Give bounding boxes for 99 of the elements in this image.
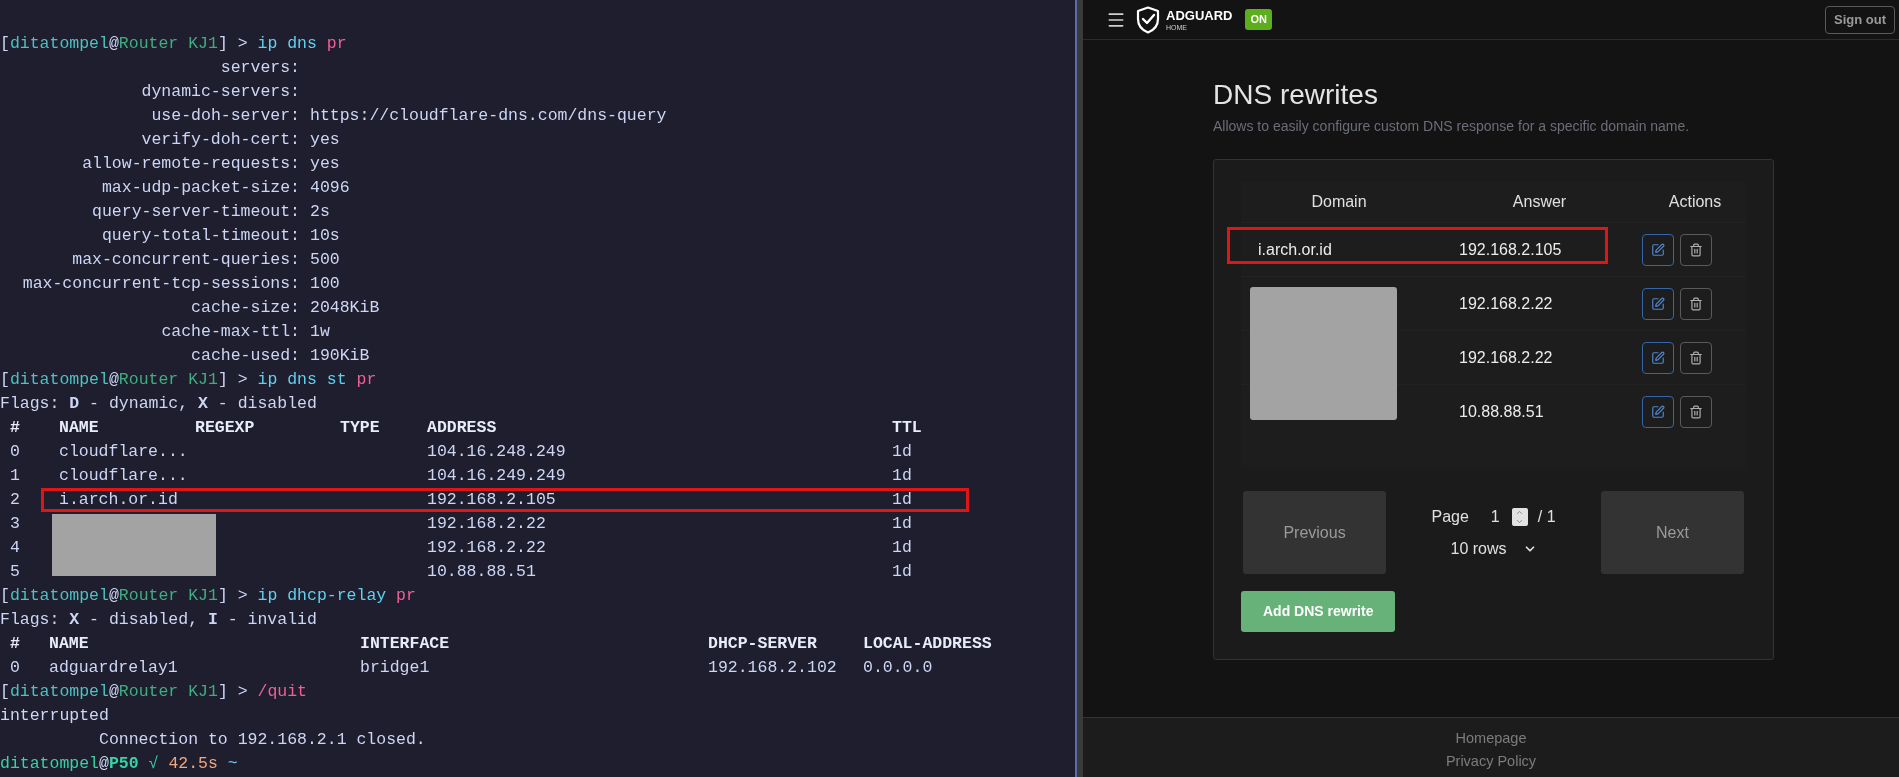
terminal-line: Flags: D - dynamic, X - disabled: [0, 393, 318, 415]
table-cell: 192.168.2.105: [427, 490, 556, 509]
add-dns-rewrite-button[interactable]: Add DNS rewrite: [1241, 591, 1396, 632]
page-subtitle: Allows to easily configure custom DNS response for a specific domain name.: [1213, 117, 1691, 136]
pencil-square-icon: [1651, 350, 1665, 365]
column-header: NAME: [49, 633, 90, 655]
terminal-line: [ditatompel@Router KJ1] > ip dns pr: [0, 33, 348, 55]
terminal-line: max-concurrent-tcp-sessions: 100: [21, 273, 341, 295]
column-header: NAME: [59, 417, 100, 439]
terminal-line: [ditatompel@Router KJ1] > ip dns st pr: [0, 369, 378, 391]
trash-icon: [1689, 242, 1703, 257]
answer-cell: 192.168.2.105: [1459, 240, 1562, 258]
terminal-line: max-concurrent-queries: 500: [71, 249, 341, 271]
shield-check-logo-icon: [1136, 5, 1160, 34]
terminal-line: [ditatompel@Router KJ1] > /quit: [0, 681, 308, 703]
table-cell: 0.0.0.0: [863, 658, 933, 677]
table-cell: bridge1: [360, 658, 430, 677]
page-total: / 1: [1537, 506, 1556, 527]
terminal-line: max-udp-packet-size: 4096: [100, 177, 351, 199]
terminal-line: Connection to 192.168.2.1 closed.: [98, 729, 427, 751]
table-cell: adguardrelay1: [49, 658, 178, 677]
table-cell: 1d: [892, 442, 912, 461]
trash-icon: [1689, 296, 1703, 311]
footer-link[interactable]: Homepage: [1455, 730, 1527, 747]
table-cell: cloudflare...: [59, 442, 188, 461]
column-header: LOCAL-ADDRESS: [863, 633, 993, 655]
trash-icon: [1689, 404, 1703, 419]
table-cell: 104.16.249.249: [427, 466, 566, 485]
next-button[interactable]: Next: [1601, 491, 1744, 574]
trash-icon: [1689, 350, 1703, 365]
edit-button[interactable]: [1642, 233, 1674, 266]
table-cell: 2: [10, 490, 20, 509]
spinner-icon[interactable]: [1511, 507, 1528, 526]
terminal-line: allow-remote-requests: yes: [81, 153, 341, 175]
table-cell: 0: [10, 442, 20, 461]
page-label: Page: [1431, 506, 1469, 527]
column-header: REGEXP: [195, 417, 256, 439]
column-header: TYPE: [340, 417, 381, 439]
edit-button[interactable]: [1642, 341, 1674, 374]
edit-button[interactable]: [1642, 395, 1674, 428]
terminal-line: Flags: X - disabled, I - invalid: [0, 609, 318, 631]
terminal-line: query-server-timeout: 2s: [91, 201, 331, 223]
terminal-line: cache-size: 2048KiB: [190, 297, 381, 319]
terminal-line: [ditatompel@Router KJ1] > ip dhcp-relay pr: [0, 585, 417, 607]
table-cell: 10.88.88.51: [427, 562, 536, 581]
page-title: DNS rewrites: [1213, 78, 1379, 112]
answer-cell: 10.88.88.51: [1459, 402, 1544, 420]
table-cell: 4: [10, 538, 20, 557]
status-badge: ON: [1245, 9, 1272, 30]
pencil-square-icon: [1651, 404, 1665, 419]
terminal-line: cache-max-ttl: 1w: [160, 321, 331, 343]
column-header: Answer: [1512, 192, 1567, 212]
table-cell: 1d: [892, 562, 912, 581]
table-cell: 1d: [892, 514, 912, 533]
terminal-line: ditatompel@P50 √ 42.5s ~: [0, 753, 239, 775]
table-cell: cloudflare...: [59, 466, 188, 485]
table-cell: 3: [10, 514, 20, 533]
terminal-line: verify-doh-cert: yes: [140, 129, 341, 151]
pencil-square-icon: [1651, 242, 1665, 257]
edit-button[interactable]: [1642, 287, 1674, 320]
answer-cell: 192.168.2.22: [1459, 294, 1553, 312]
column-header: ADDRESS: [427, 417, 498, 439]
pencil-square-icon: [1651, 296, 1665, 311]
table-cell: 1d: [892, 490, 912, 509]
column-header: Domain: [1311, 192, 1367, 212]
delete-button[interactable]: [1680, 233, 1712, 266]
table-cell: 1d: [892, 538, 912, 557]
column-header: Actions: [1668, 192, 1722, 212]
previous-button[interactable]: Previous: [1243, 491, 1386, 574]
column-header: INTERFACE: [360, 633, 451, 655]
terminal-line: query-total-timeout: 10s: [100, 225, 341, 247]
table-cell: 5: [10, 562, 20, 581]
delete-button[interactable]: [1680, 395, 1712, 428]
terminal-line: use-doh-server: https://cloudflare-dns.com/dns-query: [150, 105, 668, 127]
page-number-field[interactable]: 1: [1478, 504, 1528, 529]
table-cell: 192.168.2.22: [427, 538, 546, 557]
table-cell: 192.168.2.22: [427, 514, 546, 533]
terminal-line: dynamic-servers:: [140, 81, 301, 103]
footer-link[interactable]: Privacy Policy: [1445, 753, 1537, 770]
table-cell: 192.168.2.102: [708, 658, 837, 677]
table-cell: 1: [10, 466, 20, 485]
rows-per-page-select[interactable]: 10 rows: [1450, 536, 1537, 561]
terminal-line: interrupted: [0, 705, 110, 727]
column-header: #: [10, 633, 21, 655]
column-header: #: [10, 417, 21, 439]
answer-cell: 192.168.2.22: [1459, 348, 1553, 366]
delete-button[interactable]: [1680, 287, 1712, 320]
table-cell: 104.16.248.249: [427, 442, 566, 461]
table-cell: 1d: [892, 466, 912, 485]
terminal-line: servers:: [219, 57, 301, 79]
domain-cell: i.arch.or.id: [1258, 240, 1332, 258]
table-cell: 0: [10, 658, 20, 677]
column-header: DHCP-SERVER: [708, 633, 818, 655]
column-header: TTL: [892, 417, 923, 439]
table-cell: i.arch.or.id: [59, 490, 178, 509]
delete-button[interactable]: [1680, 341, 1712, 374]
brand-name: ADGUARD: [1166, 8, 1233, 22]
sign-out-button[interactable]: Sign out: [1825, 5, 1895, 34]
terminal-line: cache-used: 190KiB: [190, 345, 371, 367]
